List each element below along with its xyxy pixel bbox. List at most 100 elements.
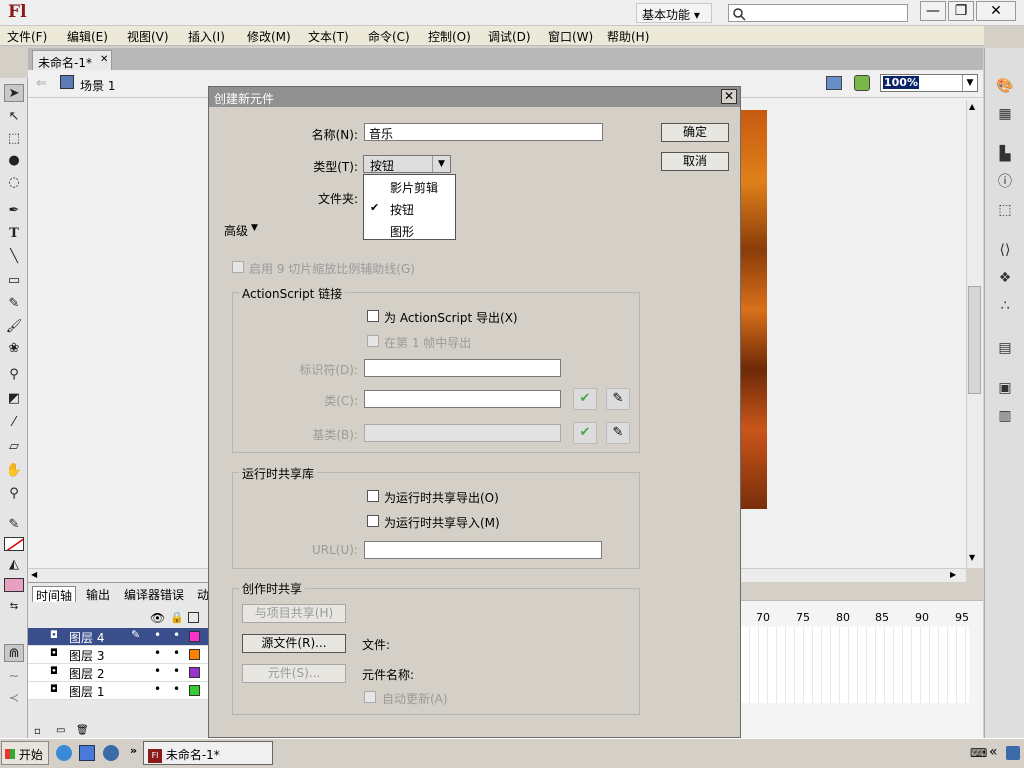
rectangle-tool-icon[interactable]: ▭ (4, 272, 24, 290)
runtime-import-checkbox[interactable] (367, 515, 379, 527)
scroll-right-icon[interactable]: ▶ (950, 570, 956, 579)
symbol-name-input[interactable]: 音乐 (364, 123, 603, 141)
pen-tool-icon[interactable]: ✒ (4, 202, 24, 220)
actions-panel-icon[interactable]: ⟨⟩ (995, 240, 1015, 260)
taskbar-app-button[interactable]: Fl 未命名-1* (143, 741, 273, 765)
advanced-toggle[interactable]: 高级 (224, 222, 248, 239)
align-panel-icon[interactable]: ▙ (995, 144, 1015, 164)
straighten-icon[interactable]: ≺ (4, 690, 24, 708)
tray-expand-icon[interactable]: « (989, 744, 998, 760)
components-panel-icon[interactable]: ❖ (995, 268, 1015, 288)
frame-grid[interactable] (741, 627, 969, 703)
overflow-icon[interactable]: » (130, 744, 137, 757)
new-folder-icon[interactable]: ▭ (56, 725, 65, 736)
scene-label[interactable]: 场景 1 (80, 77, 115, 94)
close-window-button[interactable]: ✕ (976, 1, 1016, 21)
info-panel-icon[interactable]: ⓘ (995, 172, 1015, 192)
scroll-left-icon[interactable]: ◀ (31, 570, 37, 579)
restore-button[interactable]: ❐ (948, 1, 974, 21)
layer-color-swatch[interactable] (189, 685, 200, 696)
vertical-scrollbar[interactable]: ▲ ▼ (966, 100, 982, 568)
visible-dot[interactable]: • (154, 682, 161, 696)
type-option-movieclip[interactable]: 影片剪辑 (390, 179, 438, 196)
menu-text[interactable]: 文本(T) (308, 28, 349, 45)
snap-to-objects-icon[interactable]: ⋒ (4, 644, 24, 662)
transform-panel-icon[interactable]: ⬚ (995, 200, 1015, 220)
layer-color-swatch[interactable] (189, 649, 200, 660)
menu-modify[interactable]: 修改(M) (247, 28, 291, 45)
eraser-tool-icon[interactable]: ▱ (4, 438, 24, 456)
network-icon[interactable] (1006, 746, 1020, 760)
bone-tool-icon[interactable]: ⚲ (4, 366, 24, 384)
visible-dot[interactable]: • (154, 646, 161, 660)
text-tool-icon[interactable]: T (4, 225, 24, 243)
chevron-down-icon[interactable]: ▼ (432, 156, 450, 172)
layer-row[interactable]: ◘ 图层 2 • • (28, 664, 208, 682)
lock-icon[interactable]: 🔒 (170, 611, 184, 624)
lasso-tool-icon[interactable]: ◌ (4, 174, 24, 192)
free-transform-tool-icon[interactable]: ⬚ (4, 130, 24, 148)
layer-color-swatch[interactable] (189, 667, 200, 678)
new-layer-icon[interactable]: ▫ (34, 726, 41, 737)
deco-tool-icon[interactable]: ❀ (4, 340, 24, 358)
source-file-button[interactable]: 源文件(R)... (242, 634, 346, 653)
edit-scene-icon[interactable] (826, 76, 842, 90)
motion-presets-icon[interactable]: ∴ (995, 296, 1015, 316)
auto-update-checkbox[interactable] (364, 691, 376, 703)
validate-class-check-icon[interactable]: ✔ (573, 388, 597, 410)
search-input[interactable] (728, 4, 908, 22)
zoom-combo[interactable]: 100% ▼ (880, 74, 978, 92)
stroke-color-swatch[interactable] (4, 537, 24, 551)
zoom-tool-icon[interactable]: ⚲ (4, 485, 24, 503)
url-input[interactable] (364, 541, 602, 559)
lock-dot[interactable]: • (173, 682, 180, 696)
export-for-as-checkbox[interactable] (367, 310, 379, 322)
ie-icon[interactable] (79, 745, 95, 761)
back-arrow-icon[interactable]: ⇐ (36, 76, 47, 91)
menu-commands[interactable]: 命令(C) (368, 28, 410, 45)
swatches-panel-icon[interactable]: ▦ (995, 104, 1015, 124)
menu-view[interactable]: 视图(V) (127, 28, 169, 45)
edit-class-pencil-icon[interactable]: ✎ (606, 388, 630, 410)
minimize-button[interactable]: — (920, 1, 946, 21)
layer-row[interactable]: ◘ 图层 4 ✎ • • (28, 628, 208, 646)
layer-row[interactable]: ◘ 图层 3 • • (28, 646, 208, 664)
pencil-tool-icon[interactable]: ✎ (4, 295, 24, 313)
vertical-scroll-thumb[interactable] (968, 286, 981, 394)
cancel-button[interactable]: 取消 (661, 152, 729, 171)
menu-debug[interactable]: 调试(D) (488, 28, 531, 45)
validate-base-check-icon[interactable]: ✔ (573, 422, 597, 444)
menu-control[interactable]: 控制(O) (428, 28, 471, 45)
type-option-graphic[interactable]: 图形 (390, 223, 414, 240)
export-frame1-checkbox[interactable] (367, 335, 379, 347)
menu-edit[interactable]: 编辑(E) (67, 28, 108, 45)
edit-symbols-icon[interactable] (854, 75, 870, 91)
menu-help[interactable]: 帮助(H) (607, 28, 649, 45)
lock-dot[interactable]: • (173, 664, 180, 678)
outline-icon[interactable] (188, 612, 199, 623)
menu-window[interactable]: 窗口(W) (548, 28, 593, 45)
scroll-down-icon[interactable]: ▼ (969, 553, 975, 562)
base-class-input[interactable] (364, 424, 561, 442)
tab-timeline[interactable]: 时间轴 (32, 586, 77, 603)
layer-row[interactable]: ◘ 图层 1 • • (28, 682, 208, 700)
scroll-up-icon[interactable]: ▲ (969, 102, 975, 111)
workspace-switcher[interactable]: 基本功能 ▾ (636, 3, 712, 23)
keyboard-icon[interactable]: ⌨ (970, 746, 987, 760)
menu-insert[interactable]: 插入(I) (188, 28, 225, 45)
symbol-button[interactable]: 元件(S)... (242, 664, 346, 683)
triangle-down-icon[interactable]: ▼ (251, 223, 258, 233)
document-tab[interactable]: 未命名-1* ✕ (32, 50, 112, 70)
dialog-close-button[interactable]: ✕ (721, 89, 737, 104)
runtime-export-checkbox[interactable] (367, 490, 379, 502)
visible-dot[interactable]: • (154, 664, 161, 678)
movie-explorer-icon[interactable]: ▥ (995, 406, 1015, 426)
close-tab-icon[interactable]: ✕ (100, 54, 108, 65)
class-input[interactable] (364, 390, 561, 408)
settings-icon[interactable] (103, 745, 119, 761)
eye-icon[interactable]: 👁 (150, 611, 165, 625)
share-with-project-button[interactable]: 与项目共享(H) (242, 604, 346, 623)
brush-tool-icon[interactable]: 🖌 (4, 318, 24, 336)
project-panel-icon[interactable]: ▤ (995, 338, 1015, 358)
smooth-icon[interactable]: ~ (4, 668, 24, 686)
